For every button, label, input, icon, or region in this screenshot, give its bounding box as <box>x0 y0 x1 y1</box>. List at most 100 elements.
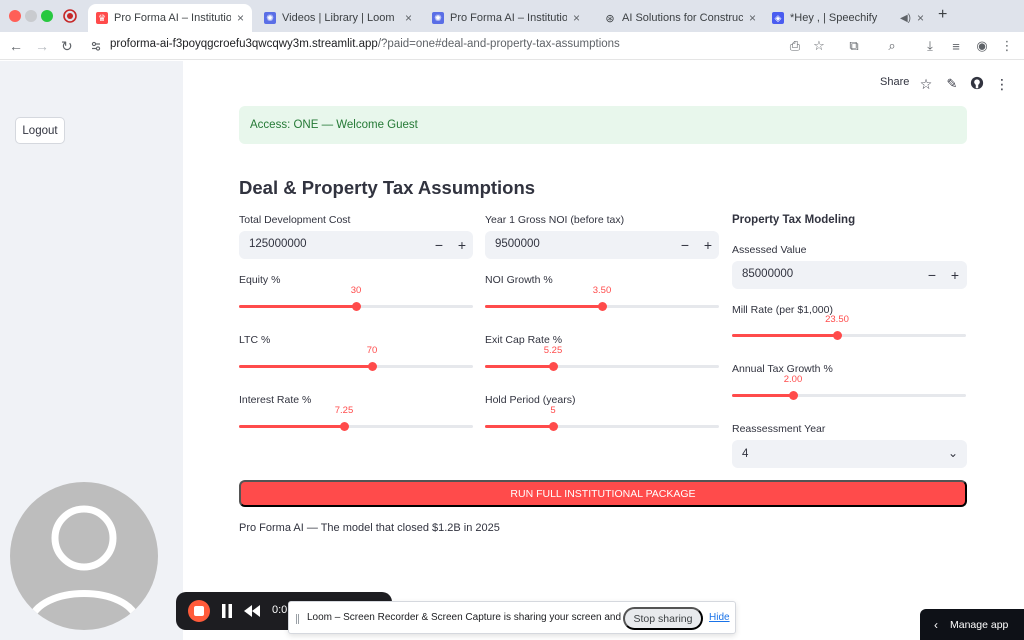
hold-period-slider[interactable]: 5 <box>485 403 719 433</box>
slider-value: 5.25 <box>543 345 563 356</box>
assessed-value-value: 85000000 <box>742 268 794 280</box>
mill-rate-slider[interactable]: 23.50 <box>732 312 966 342</box>
interest-rate-slider[interactable]: 7.25 <box>239 403 473 433</box>
gross-noi-label: Year 1 Gross NOI (before tax) <box>485 214 625 226</box>
forward-icon[interactable]: → <box>35 38 49 54</box>
slider-thumb[interactable] <box>833 331 842 340</box>
tax-growth-slider[interactable]: 2.00 <box>732 372 966 402</box>
slider-fill <box>732 394 793 397</box>
slider-value: 7.25 <box>334 405 354 416</box>
increment-button[interactable]: + <box>946 265 964 285</box>
share-button[interactable]: Share <box>880 76 909 88</box>
reload-icon[interactable]: ↻ <box>61 38 73 55</box>
slider-fill <box>485 365 553 368</box>
streamlit-crown-icon: ♛ <box>96 12 108 24</box>
drag-handle-icon[interactable] <box>296 614 299 624</box>
menu-dots-icon[interactable]: ⋮ <box>999 38 1015 54</box>
increment-button[interactable]: + <box>699 235 717 255</box>
slider-thumb[interactable] <box>598 302 607 311</box>
tab-loom-library[interactable]: ✺ Videos | Library | Loom × <box>256 4 420 32</box>
reassessment-year-value: 4 <box>742 448 749 460</box>
audio-playing-icon[interactable]: ◀) <box>900 13 911 24</box>
extensions-icon[interactable]: ⧉ <box>846 38 862 54</box>
close-tab-icon[interactable]: × <box>917 11 924 25</box>
address-bar[interactable]: proforma-ai-f3poyqgcroefu3qwcqwy3m.strea… <box>110 38 620 50</box>
slider-fill <box>239 305 356 308</box>
sharing-message: Loom – Screen Recorder & Screen Capture … <box>307 612 652 623</box>
logout-button[interactable]: Logout <box>15 117 65 144</box>
pause-icon[interactable] <box>220 603 234 619</box>
app-menu-icon[interactable]: ⋮ <box>994 76 1010 93</box>
rewind-icon[interactable] <box>244 605 260 617</box>
site-info-icon[interactable] <box>90 40 102 52</box>
profile-icon[interactable]: ◉ <box>974 38 990 54</box>
url-host: proforma-ai-f3poyqgcroefu3qwcqwy3m.strea… <box>110 38 378 50</box>
tab-title: Videos | Library | Loom <box>282 12 395 24</box>
exit-cap-slider[interactable]: 5.25 <box>485 343 719 373</box>
loom-icon: ✺ <box>264 12 276 24</box>
property-tax-heading: Property Tax Modeling <box>732 214 856 226</box>
total-dev-cost-input[interactable]: 125000000 − + <box>239 231 473 259</box>
slider-fill <box>485 305 602 308</box>
github-icon[interactable] <box>969 76 985 90</box>
assessed-value-input[interactable]: 85000000 − + <box>732 261 967 289</box>
install-icon[interactable]: ⎙ <box>787 38 803 54</box>
window-minimize-button[interactable] <box>25 10 37 22</box>
tab-pro-forma-2[interactable]: ✺ Pro Forma AI – Institutional × <box>424 4 588 32</box>
url-path: /?paid=one#deal-and-property-tax-assumpt… <box>377 38 620 50</box>
edit-pencil-icon[interactable]: ✎ <box>944 76 960 92</box>
back-icon[interactable]: ← <box>9 38 23 54</box>
gross-noi-input[interactable]: 9500000 − + <box>485 231 719 259</box>
window-maximize-button[interactable] <box>41 10 53 22</box>
stop-sharing-button[interactable]: Stop sharing <box>623 607 703 630</box>
tab-title: Pro Forma AI – Institutional <box>450 12 567 24</box>
slider-fill <box>485 425 553 428</box>
close-tab-icon[interactable]: × <box>237 11 244 25</box>
download-icon[interactable]: ⤓ <box>922 38 938 54</box>
slider-value: 30 <box>350 285 362 296</box>
browser-tab-bar: ♛ Pro Forma AI – Institutional × ✺ Video… <box>0 0 1024 32</box>
decrement-button[interactable]: − <box>430 235 448 255</box>
manage-app-button[interactable]: ‹ Manage app <box>920 609 1024 640</box>
tab-search-icon[interactable]: ⌕ <box>884 38 900 54</box>
decrement-button[interactable]: − <box>676 235 694 255</box>
stop-recording-button[interactable] <box>188 600 210 622</box>
loom-icon: ✺ <box>432 12 444 24</box>
star-icon[interactable]: ☆ <box>918 76 934 93</box>
close-tab-icon[interactable]: × <box>749 11 756 25</box>
reassessment-year-label: Reassessment Year <box>732 423 826 435</box>
manage-app-label: Manage app <box>950 618 1009 631</box>
run-full-package-button[interactable]: RUN FULL INSTITUTIONAL PACKAGE <box>239 480 967 507</box>
slider-thumb[interactable] <box>549 422 558 431</box>
recording-icon[interactable] <box>62 8 78 24</box>
screen-sharing-bar: Loom – Screen Recorder & Screen Capture … <box>288 601 736 634</box>
ltc-slider[interactable]: 70 <box>239 343 473 373</box>
increment-button[interactable]: + <box>453 235 471 255</box>
tab-ai-solutions[interactable]: ⊛ AI Solutions for Construction × <box>596 4 764 32</box>
window-close-button[interactable] <box>9 10 21 22</box>
page-title: Deal & Property Tax Assumptions <box>239 177 536 198</box>
reading-list-icon[interactable]: ≡ <box>948 38 964 54</box>
new-tab-button[interactable]: + <box>938 6 947 24</box>
noi-growth-slider[interactable]: 3.50 <box>485 283 719 313</box>
tab-title: *Hey , | Speechify <box>790 12 878 24</box>
slider-thumb[interactable] <box>549 362 558 371</box>
loom-camera-avatar[interactable] <box>10 482 158 630</box>
tab-pro-forma-active[interactable]: ♛ Pro Forma AI – Institutional × <box>88 4 252 32</box>
slider-thumb[interactable] <box>368 362 377 371</box>
equity-slider[interactable]: 30 <box>239 283 473 313</box>
slider-thumb[interactable] <box>789 391 798 400</box>
slider-thumb[interactable] <box>352 302 361 311</box>
chevron-left-icon: ‹ <box>934 617 938 632</box>
reassessment-year-select[interactable]: 4 ⌄ <box>732 440 967 468</box>
bookmark-star-icon[interactable]: ☆ <box>811 38 827 54</box>
hide-link[interactable]: Hide <box>709 612 730 623</box>
tab-speechify[interactable]: ◈ *Hey , | Speechify ◀) × <box>764 4 932 32</box>
close-tab-icon[interactable]: × <box>405 11 412 25</box>
close-tab-icon[interactable]: × <box>573 11 580 25</box>
browser-toolbar: ← → ↻ proforma-ai-f3poyqgcroefu3qwcqwy3m… <box>0 32 1024 60</box>
openai-icon: ⊛ <box>605 12 615 25</box>
slider-thumb[interactable] <box>340 422 349 431</box>
tab-title: Pro Forma AI – Institutional <box>114 12 231 24</box>
decrement-button[interactable]: − <box>923 265 941 285</box>
